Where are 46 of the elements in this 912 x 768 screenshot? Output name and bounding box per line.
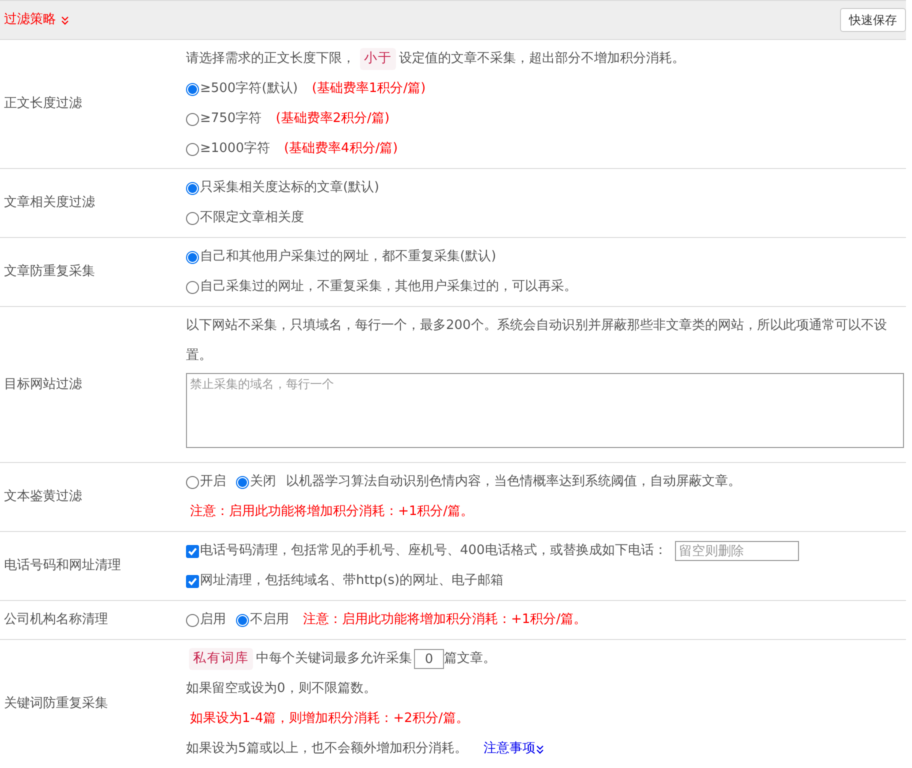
description-text: 如果设为5篇或以上，也不会额外增加积分消耗。 xyxy=(186,740,468,758)
radio-option[interactable]: ≥750字符 xyxy=(186,109,262,129)
warning-text: 注意：启用此功能将增加积分消耗：+1积分/篇。 xyxy=(190,503,474,522)
check-icon xyxy=(187,546,198,556)
save-button[interactable]: 快速保存 xyxy=(840,8,906,32)
field-label: 文章相关度过滤 xyxy=(4,194,95,212)
description-text: 中每个关键词最多允许采集 xyxy=(256,650,412,668)
field-label: 正文长度过滤 xyxy=(4,95,82,114)
checkbox-option[interactable]: 电话号码清理，包括常见的手机号、座机号、400电话格式，或替换成如下电话： xyxy=(186,541,667,561)
radio-option[interactable]: 自己采集过的网址，不重复采集，其他用户采集过的，可以再采。 xyxy=(186,277,577,297)
field-label: 关键词防重复采集 xyxy=(4,695,108,714)
warning-text: (基础费率1积分/篇) xyxy=(312,80,426,98)
highlight-tag: 私有词库 xyxy=(189,648,253,670)
phone-input[interactable]: 留空则删除 xyxy=(674,541,799,561)
checkbox-option[interactable]: 网址清理，包括纯域名、带http(s)的网址、电子邮箱 xyxy=(186,571,504,591)
field-label: 文章防重复采集 xyxy=(4,263,95,282)
domain-textarea[interactable]: 禁止采集的域名，每行一个 xyxy=(186,373,904,448)
warning-text: (基础费率4积分/篇) xyxy=(284,140,398,158)
section-title: 过滤策略 xyxy=(4,11,56,30)
check-icon xyxy=(187,576,198,586)
radio-option[interactable]: 开启 xyxy=(186,472,226,492)
radio-option[interactable]: 只采集相关度达标的文章(默认) xyxy=(186,178,380,198)
field-label: 文本鉴黄过滤 xyxy=(4,488,82,506)
radio-option[interactable]: 关闭 xyxy=(236,472,276,492)
field-label: 公司机构名称清理 xyxy=(4,611,108,630)
highlight-tag: 小于 xyxy=(360,48,396,70)
description-text: 以机器学习算法自动识别色情内容，当色情概率达到系统阈值，自动屏蔽文章。 xyxy=(286,473,741,492)
description-text: 请选择需求的正文长度下限， xyxy=(186,50,355,68)
warning-text: 如果设为1-4篇，则增加积分消耗：+2积分/篇。 xyxy=(190,710,469,728)
description-text: 篇文章。 xyxy=(444,650,496,668)
radio-option[interactable]: 启用 xyxy=(186,610,226,630)
description-text: 如果留空或设为0，则不限篇数。 xyxy=(186,680,376,698)
notes-link[interactable]: 注意事项 xyxy=(483,739,544,759)
description-text: 以下网站不采集，只填域名，每行一个，最多200个。系统会自动识别并屏蔽那些非文章类的网站，所以此项通常可以不设置。 xyxy=(186,317,888,365)
count-input[interactable]: 0 xyxy=(414,649,444,669)
radio-option[interactable]: 自己和其他用户采集过的网址，都不重复采集(默认) xyxy=(186,247,496,267)
warning-text: (基础费率2积分/篇) xyxy=(276,110,390,128)
chevron-down-icon[interactable] xyxy=(536,744,544,754)
field-label: 目标网站过滤 xyxy=(4,376,82,394)
radio-option[interactable]: ≥1000字符 xyxy=(186,139,270,159)
radio-option[interactable]: 不限定文章相关度 xyxy=(186,208,304,228)
description-text: 设定值的文章不采集，超出部分不增加积分消耗。 xyxy=(399,50,685,68)
radio-option[interactable]: ≥500字符(默认) xyxy=(186,79,298,99)
radio-option[interactable]: 不启用 xyxy=(236,610,289,630)
warning-text: 注意：启用此功能将增加积分消耗：+1积分/篇。 xyxy=(303,611,587,630)
field-label: 电话号码和网址清理 xyxy=(4,557,121,576)
